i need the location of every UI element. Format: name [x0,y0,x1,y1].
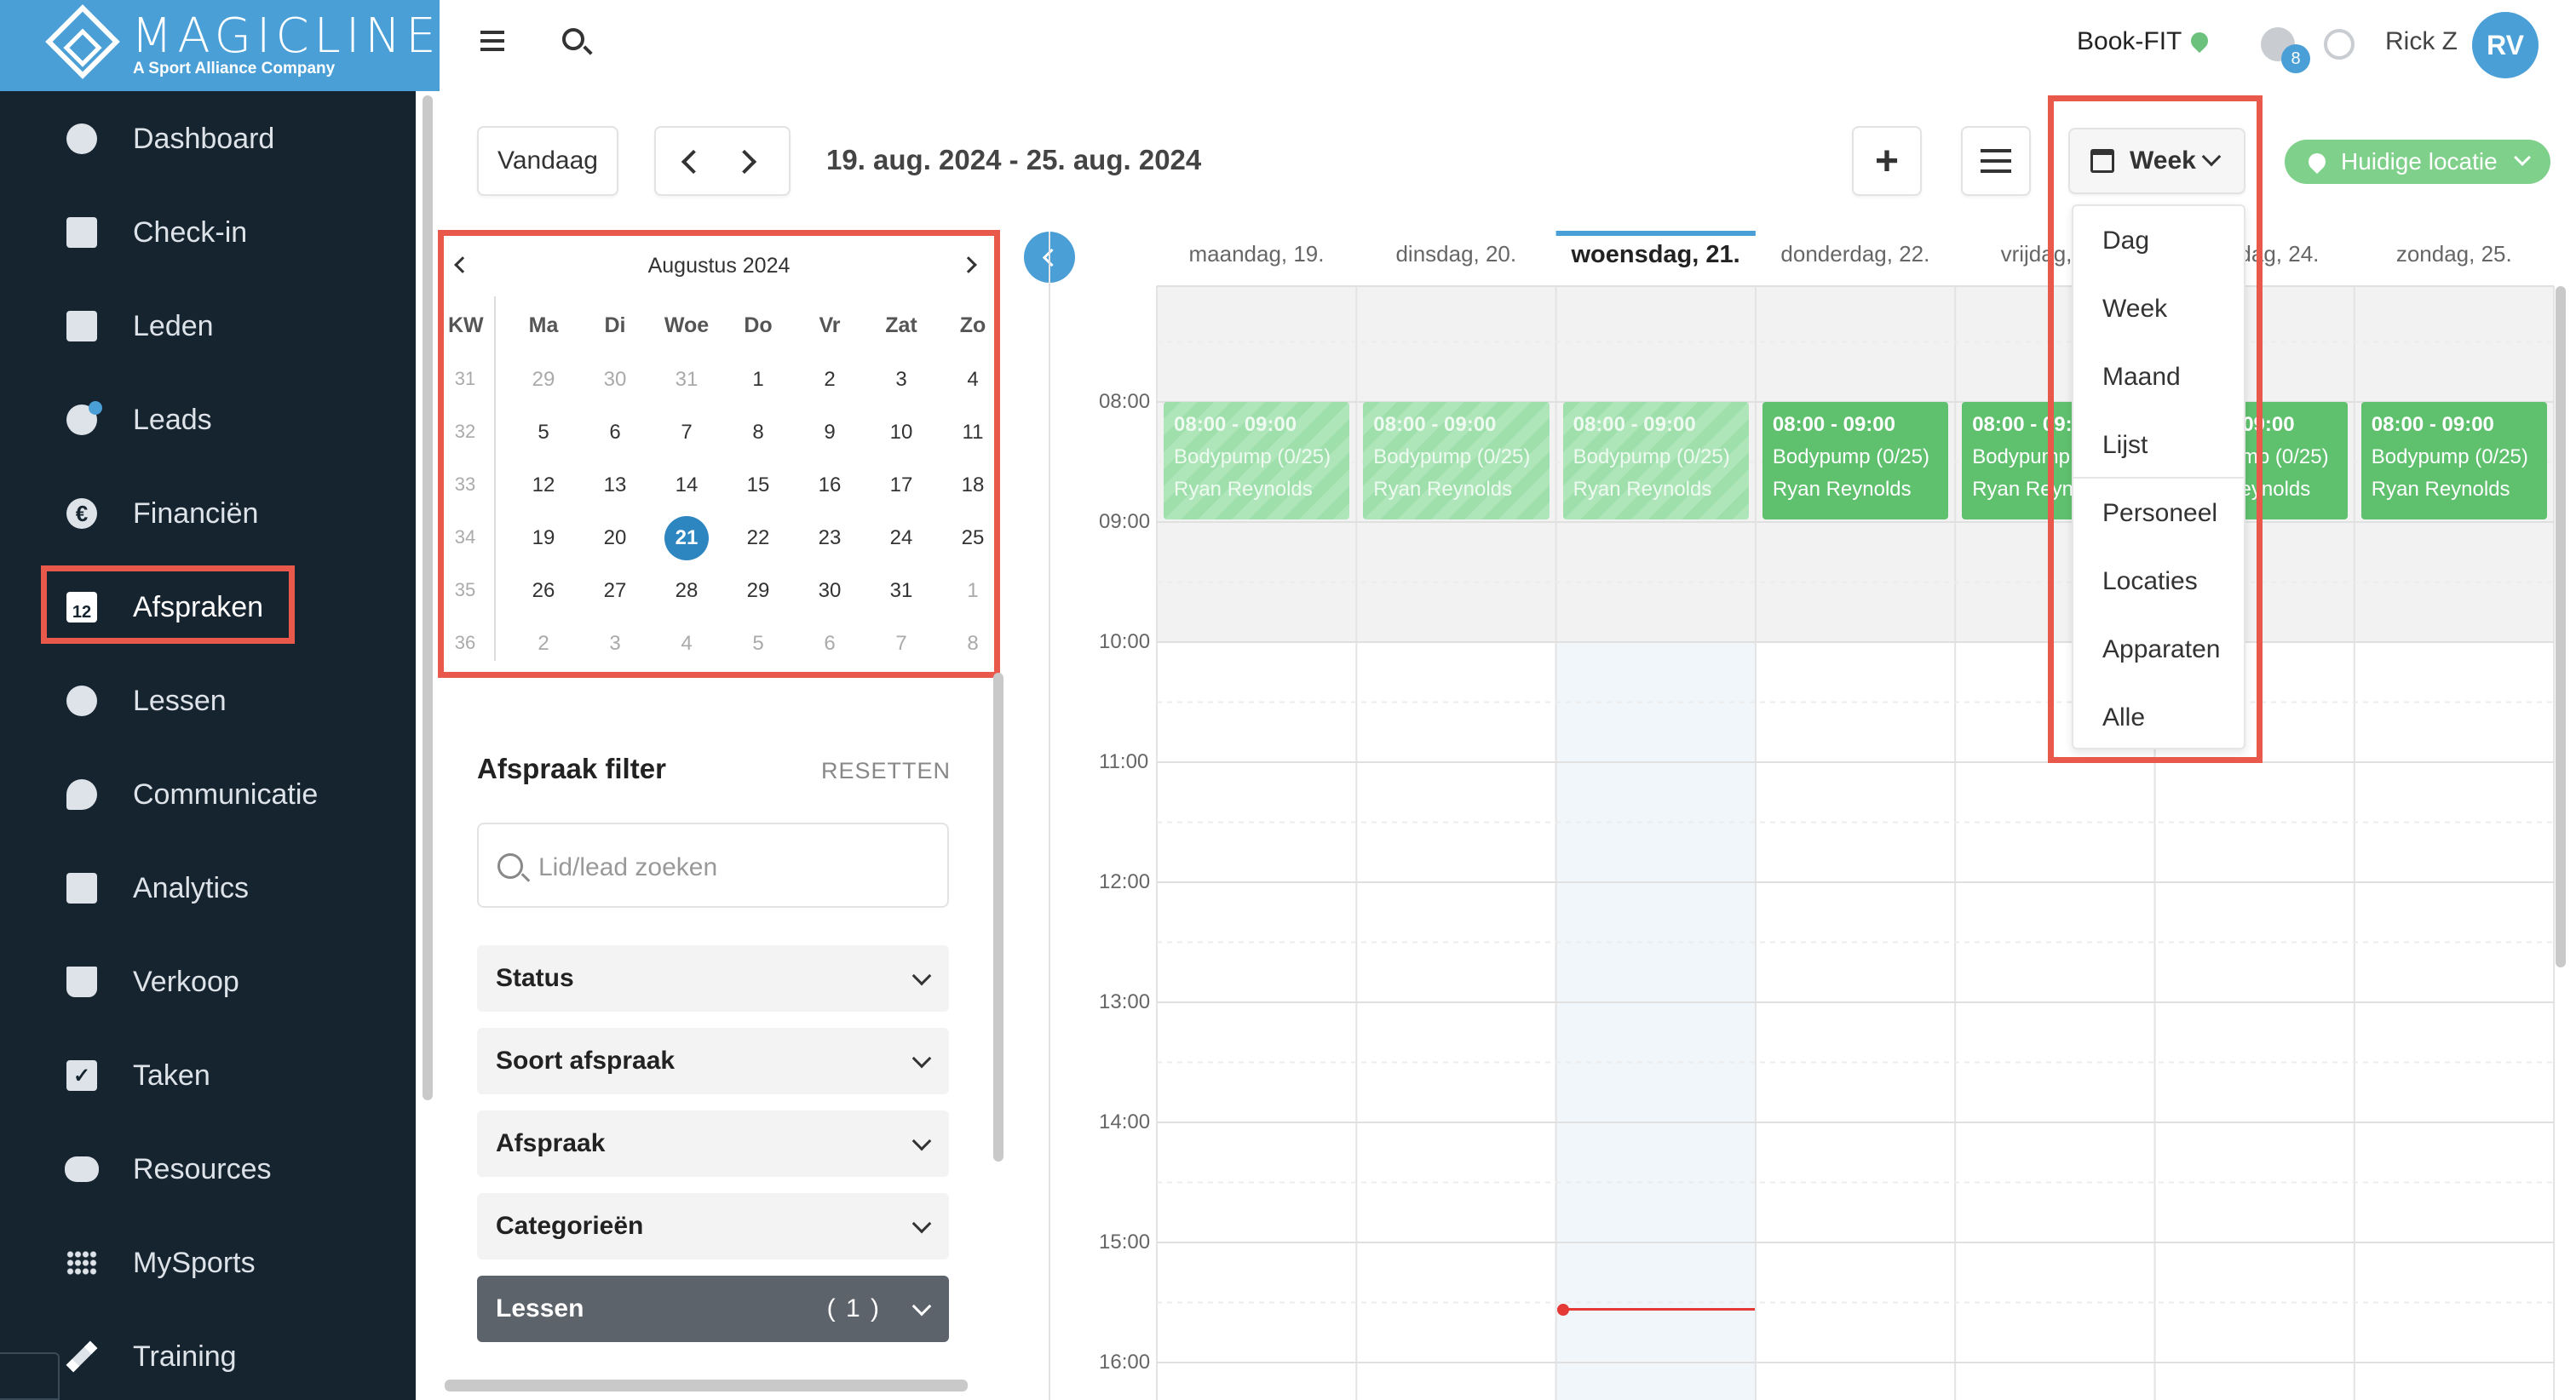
event-title: Bodypump (0/25) [1174,445,1331,468]
event-card[interactable]: 08:00 - 09:00 Bodypump (0/25) Ryan Reynold… [2360,402,2548,519]
event-trainer: Ryan Reynolds [1174,478,1313,501]
day-header[interactable]: woensdag, 21. [1556,241,1756,269]
hour-label: 16:00 [1099,1351,1151,1374]
hour-label: 08:00 [1099,390,1151,413]
event-title: Bodypump (0/25) [1772,445,1929,468]
day-header[interactable]: maandag, 19. [1157,241,1356,267]
highlight-view-menu [2048,95,2263,763]
event-title: Bodypump (0/25) [1573,445,1730,468]
event-time: 08:00 - 09:00 [2371,413,2494,436]
hour-label: 15:00 [1099,1231,1151,1254]
event-time: 08:00 - 09:00 [1174,413,1297,436]
hour-label: 11:00 [1099,750,1149,773]
event-card[interactable]: 08:00 - 09:00 Bodypump (0/25) Ryan Reynold… [1562,402,1749,519]
event-time: 08:00 - 09:00 [1573,413,1696,436]
event-title: Bodypump (0/25) [2371,445,2528,468]
event-trainer: Ryan Reynolds [1573,478,1712,501]
now-line [1557,1308,1755,1311]
hour-label: 09:00 [1099,510,1151,533]
event-trainer: Ryan Reynolds [1373,478,1513,501]
calendar-scrollbar[interactable] [2556,286,2566,967]
event-card[interactable]: 08:00 - 09:00 Bodypump (0/25) Ryan Reynold… [1164,402,1350,519]
hour-label: 14:00 [1099,1110,1151,1133]
event-time: 08:00 - 09:00 [1373,413,1497,436]
day-header[interactable]: donderdag, 22. [1756,241,1955,267]
hour-label: 13:00 [1099,990,1151,1013]
event-card[interactable]: 08:00 - 09:00 Bodypump (0/25) Ryan Reynold… [1762,402,1949,519]
event-title: Bodypump (0/25) [1373,445,1531,468]
event-trainer: Ryan Reynolds [2371,478,2510,501]
hour-label: 10:00 [1099,630,1151,653]
now-marker [1557,1304,1569,1316]
event-trainer: Ryan Reynolds [1772,478,1912,501]
event-card[interactable]: 08:00 - 09:00 Bodypump (0/25) Ryan Reynold… [1363,402,1550,519]
today-column-shade [1555,642,1756,1400]
hour-label: 12:00 [1099,870,1151,893]
day-header[interactable]: zondag, 25. [2355,241,2554,267]
event-time: 08:00 - 09:00 [1772,413,1895,436]
day-header[interactable]: dinsdag, 20. [1356,241,1555,267]
